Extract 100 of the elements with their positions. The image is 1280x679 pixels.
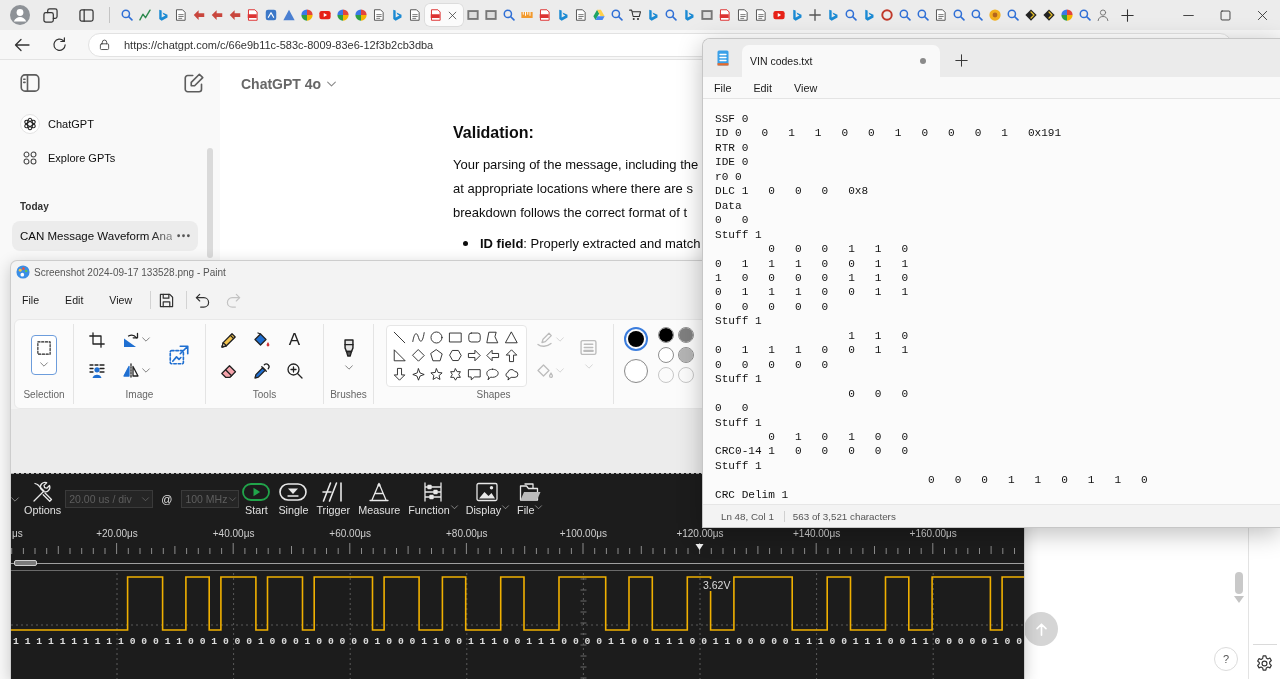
chevron-down-icon[interactable] <box>141 337 150 342</box>
lock-icon[interactable] <box>99 39 110 50</box>
menu-item[interactable]: File <box>703 79 743 96</box>
sidebar-icon[interactable] <box>20 73 40 93</box>
search-icon <box>971 9 983 21</box>
cloud-bubble-icon[interactable] <box>504 368 518 381</box>
menu-item[interactable]: File <box>11 290 51 310</box>
range-handle[interactable] <box>14 560 37 566</box>
six-point-star-icon[interactable] <box>448 368 462 381</box>
close-icon[interactable] <box>448 10 457 20</box>
star-icon[interactable] <box>430 368 444 381</box>
scrollbar-thumb[interactable] <box>1235 572 1243 594</box>
toolbar-button[interactable]: Single <box>275 482 312 516</box>
avatar-icon[interactable] <box>10 5 30 25</box>
line-icon[interactable] <box>392 330 406 344</box>
toolbar-button[interactable]: Start <box>239 482 274 516</box>
dot-icon[interactable] <box>920 58 926 64</box>
file-tab[interactable]: VIN codes.txt <box>742 45 940 77</box>
quadrant-circle-icon <box>301 9 313 21</box>
pentagon-icon[interactable] <box>430 349 444 363</box>
quadrant-circle-icon <box>355 9 367 21</box>
down-arrow-icon[interactable] <box>392 368 406 381</box>
swatch-icon[interactable] <box>678 347 694 363</box>
dashed-rectangle-icon[interactable] <box>37 341 51 355</box>
toolbar-button[interactable]: Trigger <box>313 482 354 516</box>
rounded-rectangle-icon[interactable] <box>467 330 481 344</box>
swatch-icon[interactable] <box>624 327 648 351</box>
menu-item[interactable]: View <box>98 290 144 310</box>
panel-icon[interactable] <box>79 7 94 23</box>
chevron-down-icon[interactable] <box>40 362 48 367</box>
paint-bucket-icon[interactable] <box>253 331 270 348</box>
up-arrow-icon[interactable] <box>504 349 518 363</box>
options-button[interactable]: Options <box>21 482 65 516</box>
image-resize-icon[interactable] <box>169 345 189 365</box>
text-editor[interactable]: SSF 0 ID 0 0 1 1 0 0 1 0 0 0 1 0x191 RTR 0 IDE 0 r0 0 DLC 1 0 0 0 0x8 Data 0 0 Stuff 1 0 0 0 1 1 0 0 1 1 1 0 0 1 1 1 0 0 0 0 1 1 0 0 1 1 1 0 0 1 1 0 0 0 0 0 Stuff 1 1 1 0 0 1 1 1 0 0 1 1 0 0 0 0 0 Stuff 1 0 0 0 0 0 Stuff 1 0 1 0 1 0 0 CRC0-14 1 0 0 0 0 0 Stuff 1 0 0 0 1 1 0 1 1 0 CRC Delim 1 <box>703 99 1280 504</box>
plus-icon[interactable] <box>955 54 968 67</box>
voltage-label: 3.62V <box>702 579 732 591</box>
toolbar-button[interactable]: Display <box>462 482 513 516</box>
eyedropper-icon[interactable] <box>253 362 270 379</box>
flip-icon[interactable] <box>122 362 139 379</box>
help-button[interactable]: ? <box>1214 647 1238 671</box>
silhouette-icon[interactable] <box>89 362 105 379</box>
maximize-icon[interactable] <box>1220 9 1231 21</box>
minimize-icon[interactable] <box>1183 13 1194 17</box>
more-icon[interactable] <box>177 234 190 238</box>
right-triangle-icon[interactable] <box>392 349 406 363</box>
wrench-screwdriver-icon <box>31 482 54 502</box>
triangle-icon[interactable] <box>504 330 518 344</box>
save-icon[interactable] <box>159 292 175 308</box>
back-arrow-icon[interactable] <box>14 36 30 53</box>
sidebar-item[interactable]: ChatGPT <box>0 107 220 141</box>
pencil-icon[interactable] <box>220 331 237 348</box>
plus-icon[interactable] <box>1121 8 1134 22</box>
scrollbar-thumb[interactable] <box>207 148 213 258</box>
edit-icon[interactable] <box>184 73 204 93</box>
overlapping-squares-icon[interactable] <box>43 7 58 23</box>
toolbar-button[interactable]: Measure <box>355 482 404 516</box>
swatch-icon[interactable] <box>678 327 694 343</box>
rotate-icon[interactable] <box>122 331 139 348</box>
model-selector[interactable]: ChatGPT 4o <box>241 76 337 92</box>
bullet-icon <box>463 240 468 246</box>
menu-item[interactable]: View <box>783 79 829 96</box>
settings-icon[interactable] <box>1256 655 1273 672</box>
undo-icon[interactable] <box>195 292 211 308</box>
document-icon <box>409 9 421 21</box>
selection-tool[interactable] <box>31 335 57 375</box>
hexagon-icon[interactable] <box>448 349 462 363</box>
swatch-icon[interactable] <box>658 347 674 363</box>
ribbon-icon <box>863 9 875 21</box>
four-point-star-icon[interactable] <box>411 368 425 381</box>
chevron-down-icon[interactable] <box>11 496 19 502</box>
oval-icon[interactable] <box>430 330 444 344</box>
menu-item[interactable]: Edit <box>54 290 95 310</box>
close-icon[interactable] <box>1257 9 1268 21</box>
text-tool[interactable]: A <box>288 330 301 349</box>
axis-label: +140.00μs <box>793 528 841 540</box>
right-arrow-icon[interactable] <box>467 349 481 363</box>
reload-icon[interactable] <box>52 37 67 52</box>
chevron-down-icon[interactable] <box>141 368 150 373</box>
toolbar-button[interactable]: Function <box>405 482 461 516</box>
chevron-down-icon[interactable] <box>344 365 353 370</box>
rectangle-icon[interactable] <box>448 330 462 344</box>
menu-item[interactable]: Edit <box>742 79 783 96</box>
crop-icon[interactable] <box>89 331 105 348</box>
eraser-icon[interactable] <box>220 362 237 379</box>
diamond-icon[interactable] <box>411 349 425 363</box>
polygon-icon[interactable] <box>486 330 500 344</box>
speech-bubble-icon[interactable] <box>467 368 481 381</box>
swatch-icon[interactable] <box>658 327 674 343</box>
chat-item[interactable]: CAN Message Waveform Ana <box>12 221 198 251</box>
zoom-in-icon[interactable] <box>286 362 303 379</box>
swatch-icon[interactable] <box>624 359 648 383</box>
document-icon <box>755 9 767 21</box>
left-arrow-icon[interactable] <box>486 349 500 363</box>
play-icon <box>242 482 271 502</box>
sidebar-item[interactable]: Explore GPTs <box>0 141 220 175</box>
oval-speech-bubble-icon[interactable] <box>486 368 500 381</box>
toolbar-button[interactable]: File <box>514 482 546 516</box>
curve-icon[interactable] <box>411 330 425 344</box>
arrow-up-icon <box>1034 622 1048 636</box>
